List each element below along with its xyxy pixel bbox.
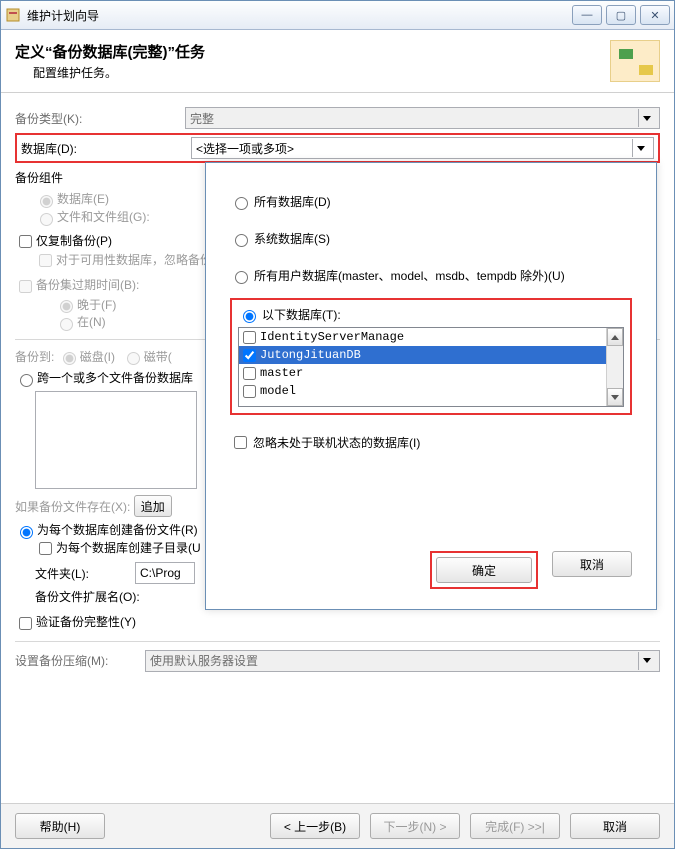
these-db-group: 以下数据库(T): IdentityServerManage JutongJit…	[230, 298, 632, 415]
db-row: model	[239, 382, 623, 400]
if-exists-label: 如果备份文件存在(X):	[15, 498, 130, 515]
ok-button[interactable]: 确定	[436, 557, 532, 583]
window-buttons: — ▢ ✕	[572, 5, 670, 25]
verify-check[interactable]	[19, 617, 32, 630]
per-db-dir-check[interactable]	[39, 542, 52, 555]
append-button[interactable]: 追加	[134, 495, 172, 517]
user-db-radio[interactable]	[235, 271, 248, 284]
chevron-down-icon	[638, 652, 655, 670]
disk-radio	[63, 352, 76, 365]
chevron-down-icon	[638, 109, 655, 127]
maximize-button[interactable]: ▢	[606, 5, 636, 25]
window-title: 维护计划向导	[27, 7, 572, 24]
database-selector-dialog: 所有数据库(D) 系统数据库(S) 所有用户数据库(master、model、m…	[205, 162, 657, 610]
chevron-down-icon[interactable]	[632, 139, 649, 157]
expire-check	[19, 280, 32, 293]
db-check[interactable]	[243, 385, 256, 398]
these-db-radio[interactable]	[243, 310, 256, 323]
wizard-window: 维护计划向导 — ▢ ✕ 定义“备份数据库(完整)”任务 配置维护任务。 备份类…	[0, 0, 675, 849]
compress-label: 设置备份压缩(M):	[15, 652, 145, 669]
backup-to-label: 备份到:	[15, 348, 54, 365]
copy-note-check	[39, 254, 52, 267]
database-label: 数据库(D):	[21, 140, 191, 157]
db-row: JutongJituanDB	[239, 346, 623, 364]
tape-radio	[127, 352, 140, 365]
sys-db-radio[interactable]	[235, 234, 248, 247]
scroll-down-icon[interactable]	[607, 388, 623, 406]
database-combo[interactable]: <选择一项或多项>	[191, 137, 654, 159]
all-db-radio[interactable]	[235, 197, 248, 210]
wizard-footer: 帮助(H) < 上一步(B) 下一步(N) > 完成(F) >>| 取消	[1, 803, 674, 848]
folder-label: 文件夹(L):	[35, 565, 135, 582]
database-list[interactable]: IdentityServerManage JutongJituanDB mast…	[238, 327, 624, 407]
help-button[interactable]: 帮助(H)	[15, 813, 105, 839]
component-file-radio	[40, 213, 53, 226]
ignore-offline-check[interactable]	[234, 436, 247, 449]
cancel-button[interactable]: 取消	[570, 813, 660, 839]
scroll-up-icon[interactable]	[607, 328, 623, 346]
modal-cancel-button[interactable]: 取消	[552, 551, 632, 577]
db-check[interactable]	[243, 331, 256, 344]
titlebar: 维护计划向导 — ▢ ✕	[1, 1, 674, 30]
files-list[interactable]	[35, 391, 197, 489]
minimize-button[interactable]: —	[572, 5, 602, 25]
close-button[interactable]: ✕	[640, 5, 670, 25]
scrollbar[interactable]	[606, 328, 623, 406]
header-title: 定义“备份数据库(完整)”任务	[15, 41, 610, 62]
finish-button: 完成(F) >>|	[470, 813, 560, 839]
component-db-radio	[40, 195, 53, 208]
folder-input[interactable]	[135, 562, 195, 584]
ext-label: 备份文件扩展名(O):	[35, 588, 140, 605]
copy-only-check[interactable]	[19, 235, 32, 248]
db-check[interactable]	[243, 367, 256, 380]
wizard-header: 定义“备份数据库(完整)”任务 配置维护任务。	[1, 30, 674, 93]
back-button[interactable]: < 上一步(B)	[270, 813, 360, 839]
next-button: 下一步(N) >	[370, 813, 460, 839]
cross-files-radio[interactable]	[20, 374, 33, 387]
app-icon	[5, 7, 21, 23]
expire-after-radio	[60, 300, 73, 313]
db-row: master	[239, 364, 623, 382]
db-row: IdentityServerManage	[239, 328, 623, 346]
db-check[interactable]	[243, 349, 256, 362]
header-icon	[610, 40, 660, 82]
backup-type-label: 备份类型(K):	[15, 110, 185, 127]
compress-combo: 使用默认服务器设置	[145, 650, 660, 672]
header-subtitle: 配置维护任务。	[33, 64, 610, 81]
backup-type-combo: 完整	[185, 107, 660, 129]
expire-on-radio	[60, 318, 73, 331]
per-db-file-radio[interactable]	[20, 526, 33, 539]
